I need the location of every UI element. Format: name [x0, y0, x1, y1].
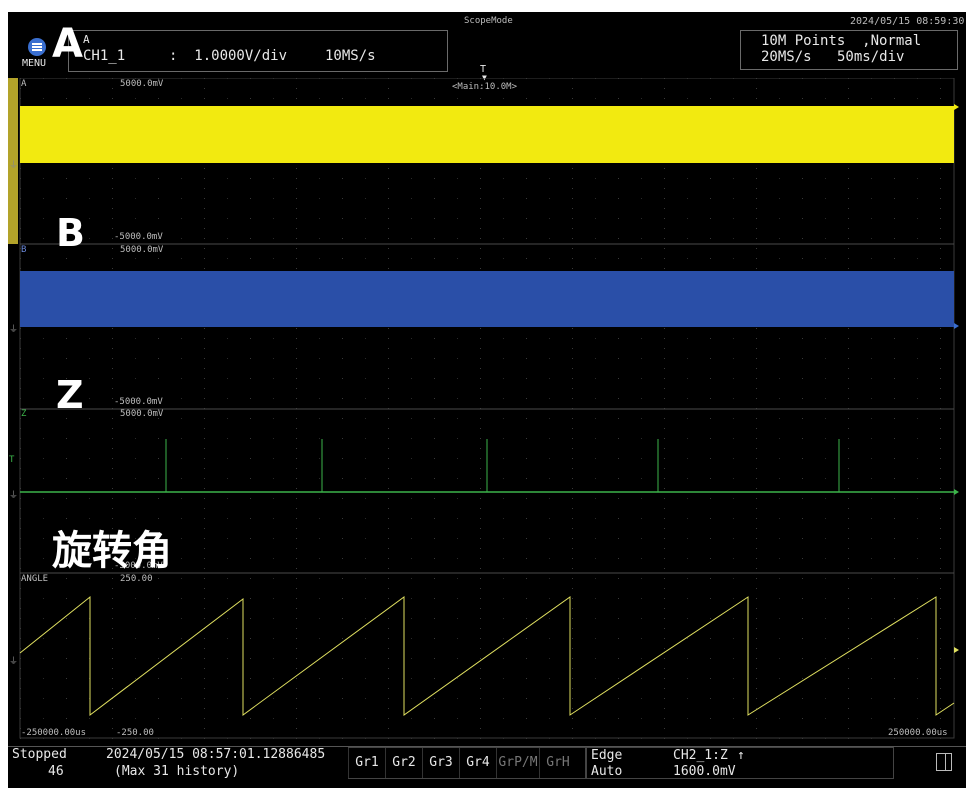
- acquisition-panel[interactable]: 10M Points ,Normal 20MS/s 50ms/div: [740, 30, 958, 70]
- group-button-gr2[interactable]: Gr2: [385, 748, 422, 778]
- trigger-mode: Auto: [591, 764, 623, 779]
- trace-b: [20, 271, 954, 327]
- panel-toggle-icon[interactable]: [936, 753, 952, 771]
- channel-b-label: B: [21, 245, 27, 255]
- trigger-source: CH2_1:Z: [673, 748, 728, 763]
- group-button-gr4[interactable]: Gr4: [459, 748, 496, 778]
- channel-z-top-value: 5000.0mV: [120, 409, 164, 419]
- channel-info-panel[interactable]: A CH1_1 : 1.0000V/div 10MS/s: [68, 30, 448, 72]
- acq-rate: 20MS/s: [761, 49, 812, 65]
- channel-angle-label: ANGLE: [21, 574, 49, 584]
- datetime: 2024/05/15 08:59:30: [850, 16, 965, 27]
- svg-text:⏚: ⏚: [9, 490, 18, 501]
- channel-a-bottom-value: -5000.0mV: [114, 232, 163, 242]
- trigger-level-marker[interactable]: T: [9, 455, 15, 465]
- axis-start-label: -250000.00us: [21, 728, 87, 738]
- svg-text:⏚: ⏚: [9, 324, 18, 335]
- history-info[interactable]: (Max 31 history): [114, 764, 239, 779]
- channel-a-label: A: [21, 79, 27, 89]
- channel-b-top-value: 5000.0mV: [120, 245, 164, 255]
- channel-name: CH1_1: [83, 48, 126, 64]
- mode-title: ScopeMode: [464, 16, 513, 26]
- menu-label: MENU: [22, 58, 47, 69]
- channel-a-top-value: 5000.0mV: [120, 79, 164, 89]
- group-button-grh[interactable]: GrH: [539, 748, 576, 778]
- channel-b-level-marker[interactable]: [954, 323, 959, 329]
- menu-button[interactable]: MENU: [22, 38, 52, 72]
- channel-z-label: Z: [21, 409, 27, 419]
- rising-edge-icon: ↑: [737, 748, 745, 763]
- group-button-gr1[interactable]: Gr1: [348, 748, 385, 778]
- time-div: 50ms/div: [837, 49, 905, 65]
- channel-group: A: [83, 33, 90, 46]
- axis-end-label: 250000.00us: [888, 728, 948, 738]
- channel-angle-level-marker[interactable]: [954, 647, 959, 653]
- channel-a-level-marker[interactable]: [954, 104, 959, 110]
- trigger-type: Edge: [591, 748, 623, 763]
- svg-text:⏚: ⏚: [9, 656, 18, 667]
- record-points: 10M Points ,Normal: [761, 33, 922, 49]
- trigger-panel[interactable]: Edge Auto CH2_1:Z ↑ 1600.0mV: [586, 747, 894, 779]
- channel-b-bottom-value: -5000.0mV: [114, 397, 163, 407]
- overlay-label-z: Z: [56, 373, 84, 417]
- group-button-grpm[interactable]: GrP/M: [496, 748, 539, 778]
- run-state[interactable]: Stopped: [12, 747, 67, 762]
- trace-a: [20, 106, 954, 163]
- svg-text:⏚: ⏚: [9, 160, 18, 171]
- group-button-gr3[interactable]: Gr3: [422, 748, 459, 778]
- channel-angle-top-value: 250.00: [120, 574, 153, 584]
- scope-screen: ScopeMode 2024/05/15 08:59:30 MENU A CH1…: [8, 12, 966, 788]
- overlay-label-b: B: [56, 211, 85, 255]
- zoom-label: <Main:10.0M>: [452, 82, 518, 92]
- acquisition-count: 46: [48, 764, 64, 779]
- trigger-level: 1600.0mV: [673, 764, 736, 779]
- channel-z-level-marker[interactable]: [954, 489, 959, 495]
- sample-rate: 10MS/s: [325, 48, 376, 64]
- vertical-scale: : 1.0000V/div: [169, 48, 288, 64]
- menu-icon: [28, 38, 46, 56]
- history-timestamp: 2024/05/15 08:57:01.12886485: [106, 747, 326, 762]
- channel-angle-bottom-value: -250.00: [116, 728, 154, 738]
- overlay-label-a: A: [52, 21, 83, 67]
- overlay-label-angle: 旋转角: [52, 528, 172, 574]
